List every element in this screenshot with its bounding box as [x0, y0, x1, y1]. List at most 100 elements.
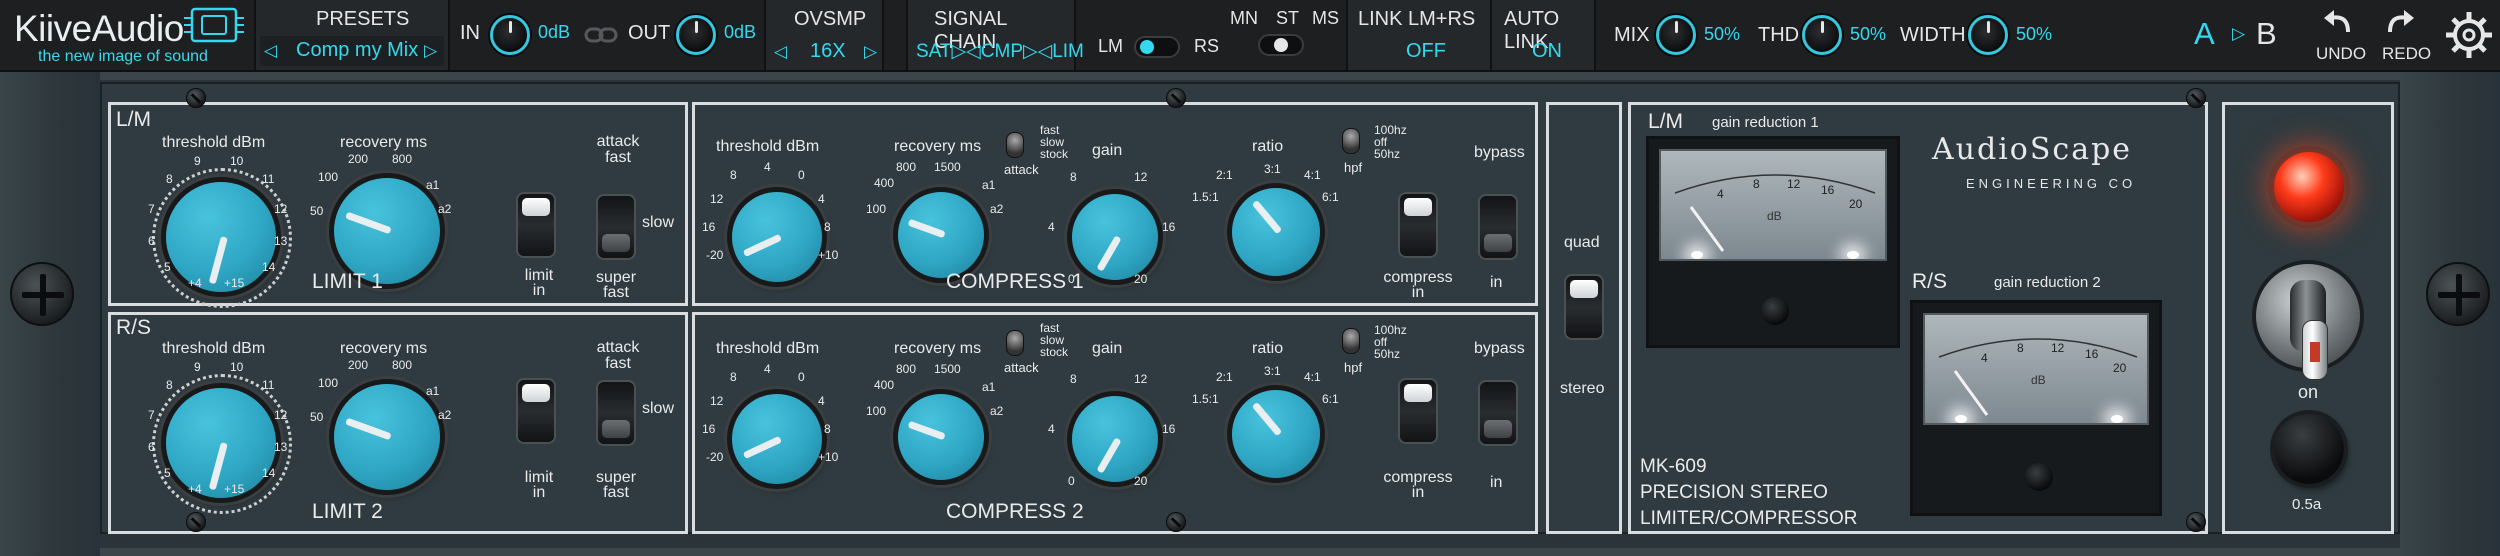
tick: 13 — [274, 234, 288, 248]
limit-2-recovery-knob[interactable] — [334, 384, 440, 490]
undo-icon — [2324, 10, 2350, 33]
width-knob[interactable] — [1968, 15, 2008, 55]
limit-1-title: LIMIT 1 — [312, 270, 383, 293]
lm-rs-toggle[interactable] — [1134, 36, 1180, 58]
compress-2-hpf-switch[interactable] — [1342, 328, 1360, 354]
tick: 10 — [230, 360, 244, 374]
limit-2-recovery-label: recovery ms — [340, 340, 428, 357]
signal-chain-value[interactable]: SAT▷◁CMP▷◁LIM — [916, 40, 1084, 63]
compress-2-ratio-knob[interactable] — [1232, 390, 1320, 478]
faceplate-screw-icon — [1166, 88, 1186, 108]
meter-1-zero-adjust[interactable] — [1761, 297, 1789, 325]
compress-1-threshold-knob[interactable] — [732, 192, 822, 282]
limit-1-in-switch[interactable] — [516, 192, 556, 258]
undo-button[interactable]: UNDO — [2306, 0, 2366, 70]
limit-1-threshold-knob[interactable] — [166, 182, 276, 292]
tick: 11 — [262, 172, 275, 186]
tick: 2:1 — [1216, 370, 1233, 384]
kiive-logo-icon[interactable] — [184, 6, 244, 44]
top-toolbar: KiiveAudio the new image of sound PRESET… — [0, 0, 2500, 72]
limit-1-recovery-label: recovery ms — [340, 134, 428, 151]
tick: 2:1 — [1216, 168, 1233, 182]
rack-ear-left — [0, 72, 100, 556]
preset-a-button[interactable]: A — [2194, 16, 2215, 52]
input-gain-knob[interactable] — [490, 15, 530, 55]
meter-1-title: gain reduction 1 — [1712, 114, 1819, 131]
compress-1-hpf-switch[interactable] — [1342, 128, 1360, 154]
oversample-next-arrow-icon[interactable]: ▷ — [864, 42, 877, 62]
limit-2-threshold-knob[interactable] — [166, 388, 276, 498]
faceplate-screw-icon — [1166, 512, 1186, 532]
tick: 13 — [274, 440, 288, 454]
compress-1-recovery-knob[interactable] — [898, 192, 984, 278]
limit-1-recovery-knob[interactable] — [334, 178, 440, 284]
limit-1-attack-switch[interactable] — [596, 194, 636, 260]
preset-selector[interactable]: ◁ Comp my Mix ▷ — [260, 36, 444, 66]
limit-2-in-switch[interactable] — [516, 378, 556, 444]
compress-2-gain-label: gain — [1092, 340, 1123, 357]
oversample-label: OVSMP — [794, 8, 867, 30]
settings-gear-icon[interactable] — [2444, 10, 2494, 60]
tick: 6 — [148, 440, 155, 454]
compress-1-gain-knob[interactable] — [1072, 194, 1158, 280]
fuse-value-label: 0.5a — [2292, 496, 2322, 513]
tick: 3:1 — [1264, 364, 1281, 378]
redo-button[interactable]: REDO — [2370, 0, 2431, 70]
power-toggle-switch[interactable] — [2256, 264, 2360, 380]
mix-knob[interactable] — [1656, 15, 1696, 55]
ab-copy-arrow-icon[interactable]: ▷ — [2232, 24, 2245, 44]
tick: 7 — [148, 202, 155, 216]
oversample-prev-arrow-icon[interactable]: ◁ — [774, 42, 787, 62]
quad-stereo-switch[interactable] — [1564, 274, 1604, 340]
compress-2-attack-switch[interactable] — [1006, 330, 1024, 356]
tick: 1.5:1 — [1192, 392, 1219, 406]
compress-2-in-switch[interactable] — [1398, 378, 1438, 444]
oversample-value[interactable]: 16X — [810, 40, 846, 63]
input-gain-value: 0dB — [538, 22, 571, 42]
macro-panel: MIX 50% THD 50% WIDTH 50% — [1606, 0, 2066, 70]
compress-1-bypass-switch[interactable] — [1478, 194, 1518, 260]
width-value: 50% — [2016, 24, 2053, 44]
compress-2-threshold-knob[interactable] — [732, 394, 822, 484]
tick: a1 — [982, 380, 996, 394]
presets-label: PRESETS — [316, 8, 410, 30]
compress-1-ratio-knob[interactable] — [1232, 188, 1320, 276]
rack-rail-bottom — [0, 548, 2500, 556]
compress-1-in-switch[interactable] — [1398, 192, 1438, 258]
tick: 16 — [702, 422, 716, 436]
preset-b-button[interactable]: B — [2256, 16, 2277, 52]
compress-1-hpf-options: 100hz off 50hz — [1374, 124, 1407, 160]
thd-value: 50% — [1850, 24, 1887, 44]
signal-chain-panel: SIGNAL CHAIN SAT▷◁CMP▷◁LIM — [906, 0, 1084, 70]
io-panel: IN 0dB OUT 0dB — [452, 0, 762, 70]
link-value[interactable]: OFF — [1406, 40, 1446, 63]
preset-next-arrow-icon[interactable]: ▷ — [424, 41, 437, 61]
output-gain-knob[interactable] — [676, 15, 716, 55]
preset-name[interactable]: Comp my Mix — [296, 39, 418, 62]
fuse-knob[interactable] — [2274, 414, 2344, 484]
compress-2-recovery-knob[interactable] — [898, 394, 984, 480]
compress-1-attack-label: attack — [1004, 162, 1039, 177]
compress-2-bypass-switch[interactable] — [1478, 380, 1518, 446]
limit-2-slow-label: slow — [642, 400, 675, 417]
link-chain-icon[interactable] — [584, 24, 618, 46]
plugin-window: KiiveAudio the new image of sound PRESET… — [0, 0, 2500, 556]
meter-1-lamp-right — [1847, 251, 1859, 259]
compress-1-attack-switch[interactable] — [1006, 132, 1024, 158]
brand-area: KiiveAudio the new image of sound — [8, 0, 248, 70]
auto-link-value[interactable]: ON — [1532, 40, 1562, 63]
limit-2-in-label: limit in — [524, 469, 554, 501]
output-gain-value: 0dB — [724, 22, 757, 42]
thd-knob[interactable] — [1802, 15, 1842, 55]
quad-label: quad — [1564, 234, 1600, 251]
tick: -20 — [706, 450, 724, 464]
tick: 12 — [710, 192, 724, 206]
meter-2-zero-adjust[interactable] — [2025, 463, 2053, 491]
faceplate-screw-icon — [186, 88, 206, 108]
limit-2-attack-switch[interactable] — [596, 380, 636, 446]
compress-2-gain-knob[interactable] — [1072, 396, 1158, 482]
preset-prev-arrow-icon[interactable]: ◁ — [264, 41, 277, 61]
mn-st-ms-toggle[interactable] — [1258, 34, 1304, 56]
compress-2-recovery-label: recovery ms — [894, 340, 982, 357]
tick: +4 — [188, 276, 202, 290]
